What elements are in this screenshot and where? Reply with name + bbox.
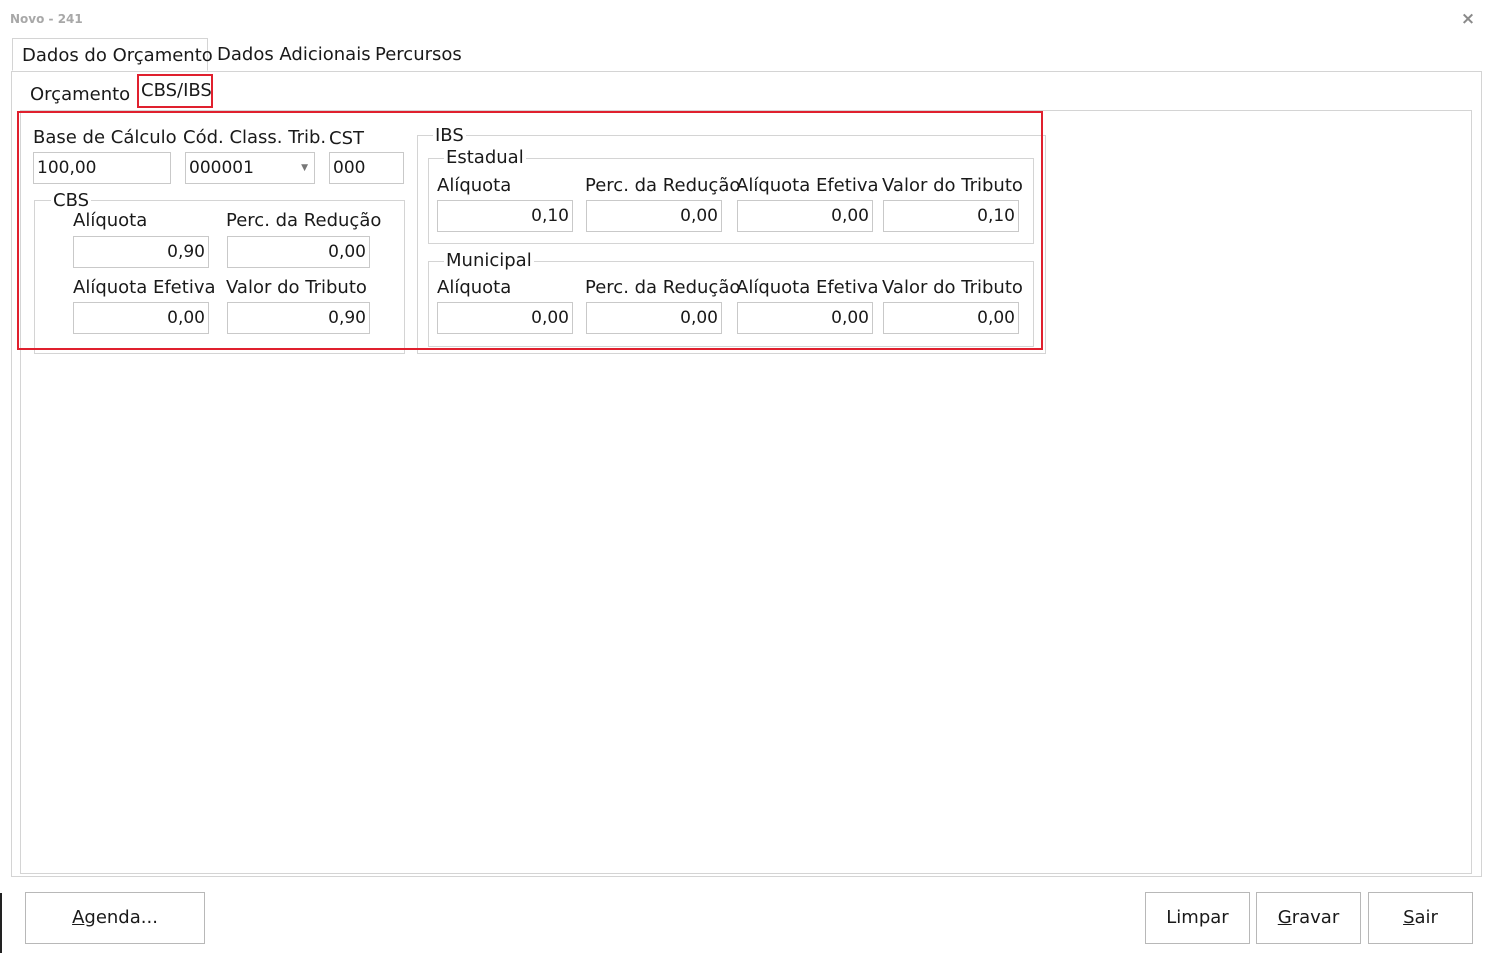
chevron-down-icon[interactable]: ▼ bbox=[301, 153, 308, 183]
estadual-aliquota-field[interactable]: 0,10 bbox=[437, 200, 573, 232]
limpar-button[interactable]: Limpar bbox=[1145, 892, 1250, 944]
cbs-valor-tributo-field[interactable]: 0,90 bbox=[227, 302, 370, 334]
tab-dados-adicionais[interactable]: Dados Adicionais bbox=[217, 38, 371, 71]
cbs-valor-tributo-label: Valor do Tributo bbox=[226, 277, 367, 298]
cod-class-trib-value: 000001 bbox=[189, 158, 254, 178]
cbs-aliquota-efetiva-field[interactable]: 0,00 bbox=[73, 302, 209, 334]
agenda-label-rest: genda... bbox=[84, 907, 158, 928]
cbs-perc-reducao-field[interactable]: 0,00 bbox=[227, 236, 370, 268]
agenda-button[interactable]: Agenda... bbox=[25, 892, 205, 944]
estadual-valor-tributo-field[interactable]: 0,10 bbox=[883, 200, 1019, 232]
base-calculo-label: Base de Cálculo bbox=[33, 127, 177, 148]
estadual-perc-reducao-label: Perc. da Redução bbox=[585, 175, 741, 196]
cbs-perc-reducao-label: Perc. da Redução bbox=[226, 210, 382, 231]
tab-percursos[interactable]: Percursos bbox=[375, 38, 462, 71]
gravar-mnemonic: G bbox=[1277, 907, 1292, 928]
cbs-aliquota-field[interactable]: 0,90 bbox=[73, 236, 209, 268]
municipal-valor-tributo-label: Valor do Tributo bbox=[882, 277, 1023, 298]
estadual-aliquota-efetiva-label: Alíquota Efetiva bbox=[736, 175, 879, 196]
cst-field[interactable]: 000 bbox=[329, 152, 404, 184]
sair-mnemonic: S bbox=[1403, 907, 1415, 928]
estadual-perc-reducao-field[interactable]: 0,00 bbox=[586, 200, 722, 232]
cod-class-trib-select[interactable]: 000001 ▼ bbox=[185, 152, 315, 184]
municipal-aliquota-efetiva-field[interactable]: 0,00 bbox=[737, 302, 873, 334]
estadual-aliquota-efetiva-field[interactable]: 0,00 bbox=[737, 200, 873, 232]
window-edge bbox=[0, 893, 2, 953]
gravar-label-rest: ravar bbox=[1291, 907, 1340, 928]
tab-dados-do-orcamento[interactable]: Dados do Orçamento bbox=[12, 38, 213, 71]
gravar-button[interactable]: Gravar bbox=[1256, 892, 1361, 944]
ibs-legend: IBS bbox=[433, 125, 466, 147]
tab-cbs-ibs[interactable]: CBS/IBS bbox=[137, 74, 213, 108]
municipal-valor-tributo-field[interactable]: 0,00 bbox=[883, 302, 1019, 334]
tab-orcamento[interactable]: Orçamento bbox=[30, 80, 130, 110]
sair-label-rest: air bbox=[1414, 907, 1438, 928]
municipal-perc-reducao-label: Perc. da Redução bbox=[585, 277, 741, 298]
ibs-estadual-legend: Estadual bbox=[444, 147, 526, 169]
close-icon[interactable]: × bbox=[1458, 9, 1478, 29]
ibs-municipal-legend: Municipal bbox=[444, 250, 534, 272]
estadual-aliquota-label: Alíquota bbox=[437, 175, 512, 196]
agenda-mnemonic: A bbox=[72, 907, 85, 928]
base-calculo-field[interactable]: 100,00 bbox=[33, 152, 171, 184]
cbs-aliquota-label: Alíquota bbox=[73, 210, 148, 231]
municipal-perc-reducao-field[interactable]: 0,00 bbox=[586, 302, 722, 334]
window: Novo - 241 × Dados do Orçamento Dados Ad… bbox=[0, 0, 1492, 953]
sair-button[interactable]: Sair bbox=[1368, 892, 1473, 944]
cbs-legend: CBS bbox=[51, 190, 92, 212]
window-title: Novo - 241 bbox=[10, 12, 83, 26]
cbs-aliquota-efetiva-label: Alíquota Efetiva bbox=[73, 277, 216, 298]
estadual-valor-tributo-label: Valor do Tributo bbox=[882, 175, 1023, 196]
municipal-aliquota-efetiva-label: Alíquota Efetiva bbox=[736, 277, 879, 298]
cst-label: CST bbox=[329, 128, 364, 149]
municipal-aliquota-label: Alíquota bbox=[437, 277, 512, 298]
municipal-aliquota-field[interactable]: 0,00 bbox=[437, 302, 573, 334]
cod-class-trib-label: Cód. Class. Trib. bbox=[183, 127, 327, 148]
